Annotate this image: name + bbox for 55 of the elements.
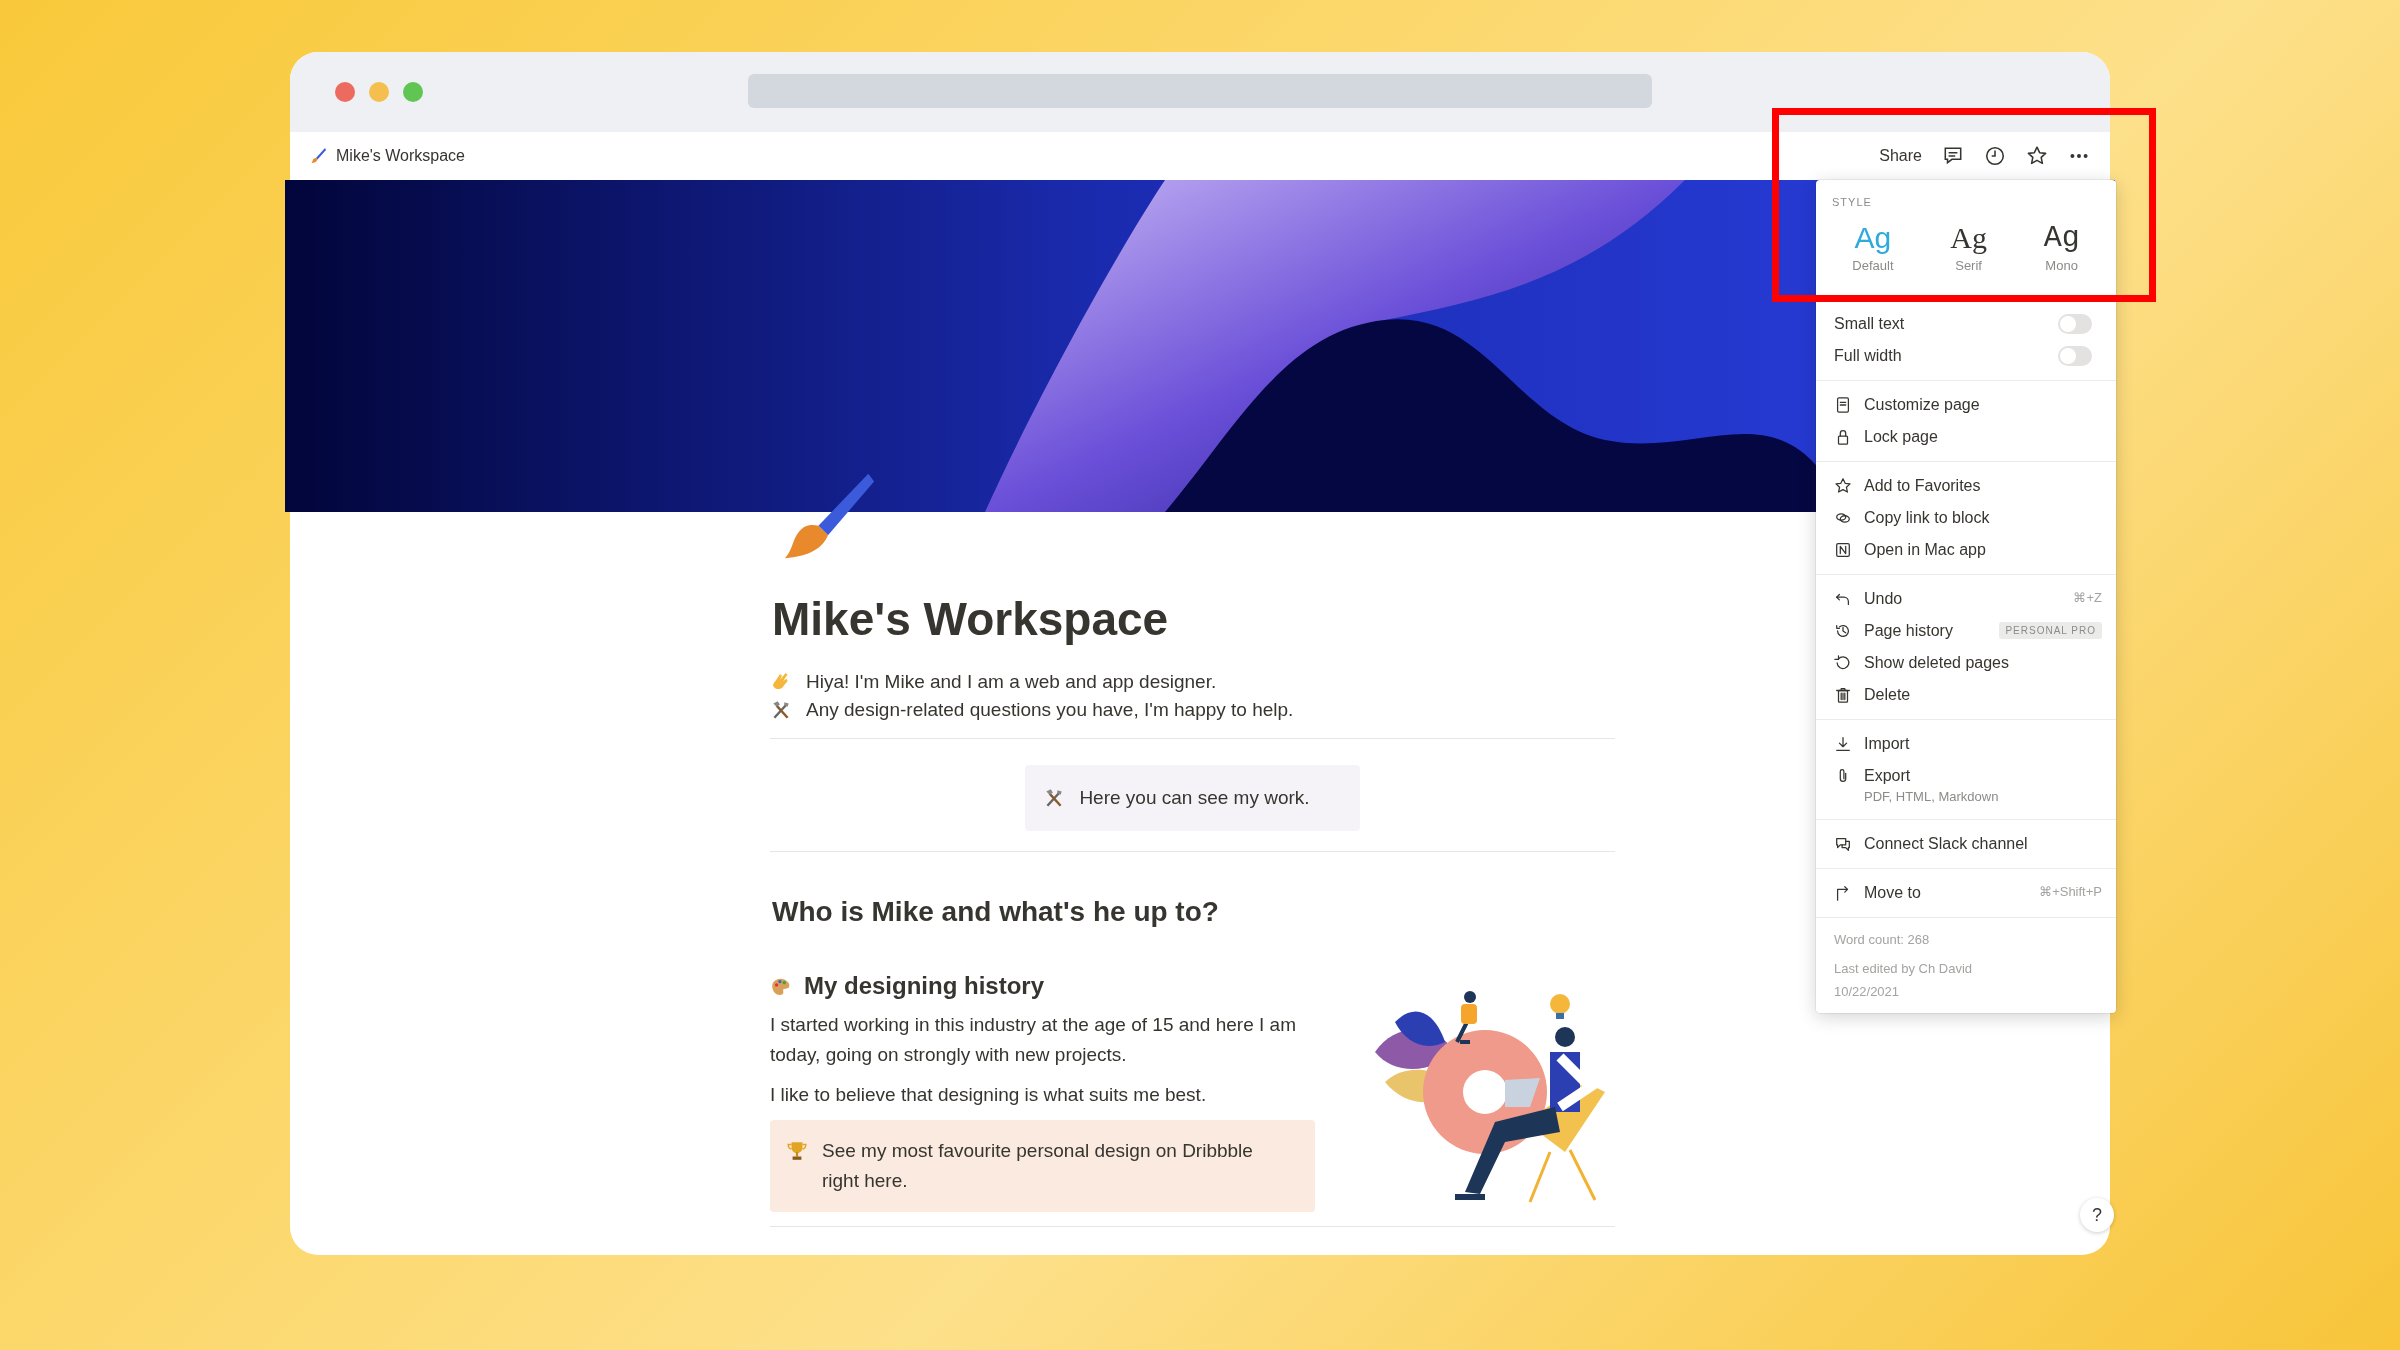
trophy-icon	[786, 1140, 808, 1162]
plan-badge: PERSONAL PRO	[1999, 622, 2102, 639]
subsection-heading: My designing history	[804, 972, 1045, 1000]
callout-text: Here you can see my work.	[1079, 787, 1310, 809]
menu-item[interactable]: Import	[1816, 728, 2116, 760]
maximize-window-button[interactable]	[403, 82, 423, 102]
menu-item[interactable]: Undo ⌘+Z	[1816, 583, 2116, 615]
menu-item[interactable]: Open in Mac app	[1816, 534, 2116, 566]
callout-text: See my most favourite personal design on Dribbble right here.	[822, 1139, 1254, 1193]
menu-item[interactable]: Export PDF, HTML, Markdown	[1816, 760, 2116, 811]
close-window-button[interactable]	[335, 82, 355, 102]
chat-bubbles-icon	[1834, 835, 1852, 853]
share-button[interactable]: Share	[1879, 147, 1922, 165]
toggle-label: Full width	[1834, 347, 1902, 365]
keyboard-shortcut: ⌘+Shift+P	[2039, 884, 2102, 899]
menu-item[interactable]: Add to Favorites	[1816, 470, 2116, 502]
font-style-option[interactable]: Ag Mono	[2035, 220, 2088, 275]
section-label: STYLE	[1831, 195, 1873, 208]
font-style-option[interactable]: Ag Serif	[1942, 220, 1995, 275]
menu-item[interactable]: Delete	[1816, 679, 2116, 711]
page-title: Mike's Workspace	[772, 592, 1170, 646]
help-button[interactable]: ?	[2080, 1198, 2114, 1232]
menu-item[interactable]: Customize page	[1816, 389, 2116, 421]
menu-item[interactable]: Move to ⌘+Shift+P	[1816, 877, 2116, 909]
trash-icon	[1834, 686, 1852, 704]
last-edited-date: 10/22/2021	[1834, 984, 1901, 999]
tools-icon	[770, 699, 792, 721]
toggle-switch[interactable]	[2058, 346, 2092, 366]
clock-icon[interactable]	[1984, 145, 2006, 167]
letter-n-box-icon	[1834, 541, 1852, 559]
paragraph: I started working in this industry at the age of 15 and here I am today, going on strongly with new projects.	[770, 1013, 1297, 1067]
intro-text: Hiya! I'm Mike and I am a web and app designer.	[806, 670, 1217, 694]
minimize-window-button[interactable]	[369, 82, 389, 102]
circular-arrow-icon	[1834, 654, 1852, 672]
menu-item[interactable]: Show deleted pages	[1816, 647, 2116, 679]
star-icon	[1834, 477, 1852, 495]
keyboard-shortcut: ⌘+Z	[2073, 590, 2102, 605]
download-icon	[1834, 735, 1852, 753]
section-heading: Who is Mike and what's he up to?	[772, 896, 1220, 928]
document-icon	[1834, 396, 1852, 414]
history-icon	[1834, 622, 1852, 640]
paragraph: I like to believe that designing is what suits me best.	[770, 1083, 1208, 1107]
comment-icon[interactable]	[1942, 145, 1964, 167]
last-edited-info: Last edited by Ch David	[1834, 961, 1974, 976]
menu-item[interactable]: Lock page	[1816, 421, 2116, 453]
star-icon[interactable]	[2026, 145, 2048, 167]
toggle-label: Small text	[1834, 315, 1905, 333]
toggle-switch[interactable]	[2058, 314, 2092, 334]
intro-text: Any design-related questions you have, I'm happy to help.	[806, 698, 1294, 722]
breadcrumb-link[interactable]: Mike's Workspace	[308, 146, 465, 166]
menu-item[interactable]: Connect Slack channel	[1816, 828, 2116, 860]
word-count: Word count: 268	[1834, 932, 1931, 947]
menu-item[interactable]: Copy link to block	[1816, 502, 2116, 534]
menu-item[interactable]: Page history PERSONAL PRO	[1816, 615, 2116, 647]
menu-item-subtitle: PDF, HTML, Markdown	[1864, 789, 2000, 804]
